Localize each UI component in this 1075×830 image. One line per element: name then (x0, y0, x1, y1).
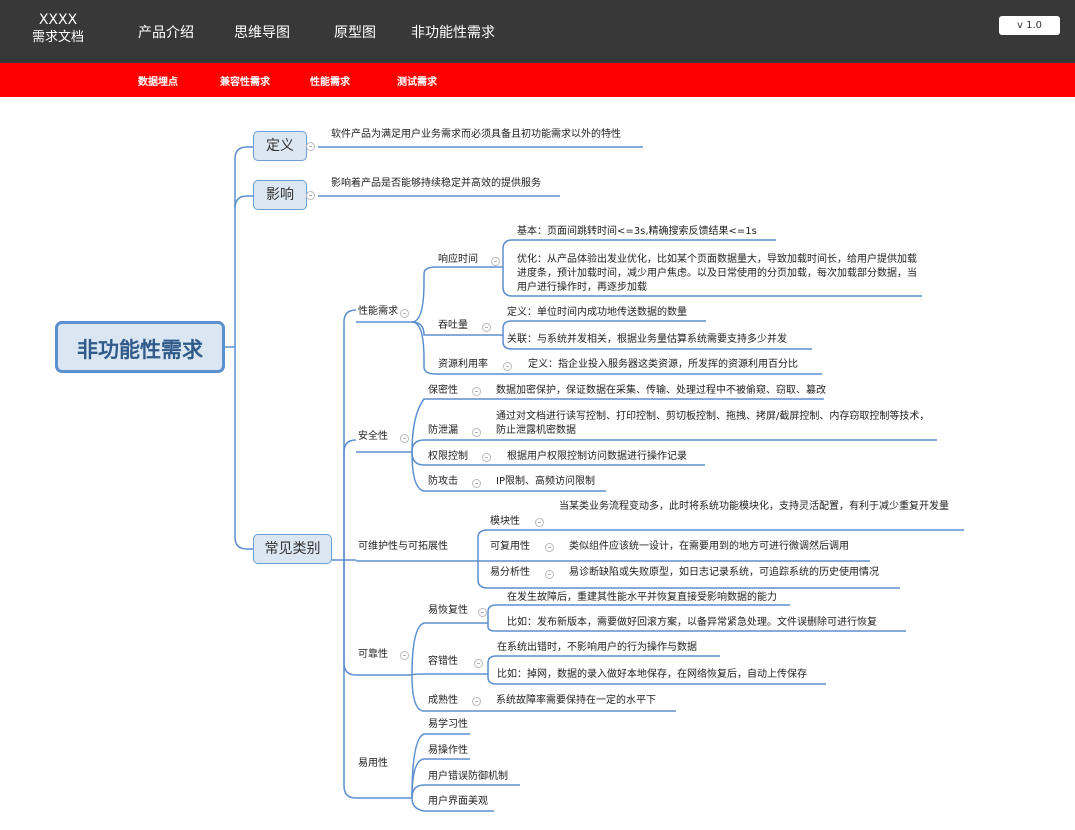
maturity-text: 系统故障率需要保持在一定的水平下 (496, 695, 656, 706)
confidentiality-text: 数据加密保护，保证数据在采集、传输、处理过程中不被偷窥、窃取、篡改 (496, 385, 826, 396)
collapse-icon[interactable] (478, 608, 487, 617)
attack-prevention-text: IP限制、高频访问限制 (496, 476, 595, 487)
response-basic-text: 基本：页面间跳转时间<=3s,精确搜索反馈结果<=1s (517, 226, 757, 237)
fault-tolerance-text-b: 比如：掉网，数据的录入做好本地保存，在网络恢复后，自动上传保存 (497, 669, 807, 680)
analyzability-text: 易诊断缺陷或失败原型，如日志记录系统，可追踪系统的历史使用情况 (569, 567, 879, 578)
collapse-icon[interactable] (482, 453, 491, 462)
subnav-testing[interactable]: 测试需求 (397, 73, 437, 88)
nav-product-intro[interactable]: 产品介绍 (138, 22, 194, 42)
node-operability[interactable]: 易操作性 (428, 744, 468, 758)
collapse-icon[interactable] (503, 362, 512, 371)
collapse-icon[interactable] (400, 434, 409, 443)
access-control-text: 根据用户权限控制访问数据进行操作记录 (507, 451, 687, 462)
node-maturity[interactable]: 成熟性 (428, 694, 458, 708)
collapse-icon[interactable] (472, 479, 481, 488)
collapse-icon[interactable] (482, 323, 491, 332)
collapse-icon[interactable] (545, 570, 554, 579)
leak-prevention-text: 通过对文档进行读写控制、打印控制、剪切板控制、拖拽、拷屏/截屏控制、内存窃取控制… (496, 411, 930, 436)
node-ui-aesthetics[interactable]: 用户界面美观 (428, 795, 488, 809)
modularity-text: 当某类业务流程变动多，此时将系统功能模块化，支持灵活配置，有利于减少重复开发量 (559, 501, 949, 512)
node-maintainability[interactable]: 可维护性与可拓展性 (358, 540, 448, 554)
node-definition[interactable]: 定义 (253, 131, 307, 161)
collapse-icon[interactable] (306, 142, 315, 151)
subnav-compatibility[interactable]: 兼容性需求 (220, 73, 270, 88)
collapse-icon[interactable] (545, 543, 554, 552)
subnav-performance[interactable]: 性能需求 (310, 73, 350, 88)
response-optimize-text: 优化：从产品体验出发业优化，比如某个页面数据量大，导致加载时间长，给用户提供加载… (517, 254, 917, 293)
collapse-icon[interactable] (306, 191, 315, 200)
node-resource-utilization[interactable]: 资源利用率 (438, 358, 488, 372)
logo-subtitle: 需求文档 (31, 30, 84, 45)
mindmap-canvas: 非功能性需求 定义 软件产品为满足用户业务需求而必须具备且初功能需求以外的特性 … (0, 97, 1075, 830)
node-security[interactable]: 安全性 (358, 430, 388, 444)
collapse-icon[interactable] (474, 659, 483, 668)
logo[interactable]: XXXX 需求文档 (24, 12, 92, 46)
throughput-definition-text: 定义：单位时间内成功地传送数据的数量 (507, 307, 687, 318)
node-usability[interactable]: 易用性 (358, 757, 388, 771)
node-recoverability[interactable]: 易恢复性 (428, 604, 468, 618)
impact-text: 影响着产品是否能够持续稳定并高效的提供服务 (331, 178, 541, 189)
collapse-icon[interactable] (472, 387, 481, 396)
nav-mindmap[interactable]: 思维导图 (234, 22, 290, 42)
collapse-icon[interactable] (491, 257, 500, 266)
subnav-bar: 数据埋点 兼容性需求 性能需求 测试需求 (0, 63, 1075, 97)
node-learnability[interactable]: 易学习性 (428, 718, 468, 732)
node-fault-tolerance[interactable]: 容错性 (428, 655, 458, 669)
node-performance[interactable]: 性能需求 (358, 305, 398, 319)
node-impact[interactable]: 影响 (253, 180, 307, 210)
node-response-time[interactable]: 响应时间 (438, 253, 478, 267)
collapse-icon[interactable] (400, 309, 409, 318)
node-throughput[interactable]: 吞吐量 (438, 319, 468, 333)
node-modularity[interactable]: 模块性 (490, 515, 520, 529)
fault-tolerance-text-a: 在系统出错时，不影响用户的行为操作与数据 (497, 642, 697, 653)
throughput-relation-text: 关联：与系统并发相关，根据业务量估算系统需要支持多少并发 (507, 334, 787, 345)
mindmap-root[interactable]: 非功能性需求 (55, 321, 225, 373)
subnav-tracking[interactable]: 数据埋点 (138, 73, 178, 88)
node-error-protection[interactable]: 用户错误防御机制 (428, 770, 508, 784)
node-leak-prevention[interactable]: 防泄漏 (428, 424, 458, 438)
node-categories[interactable]: 常见类别 (253, 534, 332, 564)
collapse-icon[interactable] (472, 428, 481, 437)
definition-text: 软件产品为满足用户业务需求而必须具备且初功能需求以外的特性 (331, 129, 621, 140)
collapse-icon[interactable] (400, 651, 409, 660)
nav-prototype[interactable]: 原型图 (334, 22, 376, 42)
node-attack-prevention[interactable]: 防攻击 (428, 475, 458, 489)
node-analyzability[interactable]: 易分析性 (490, 566, 530, 580)
node-access-control[interactable]: 权限控制 (428, 450, 468, 464)
reusability-text: 类似组件应该统一设计，在需要用到的地方可进行微调然后调用 (569, 541, 849, 552)
recoverability-text-a: 在发生故障后，重建其性能水平并恢复直接受影响数据的能力 (507, 592, 777, 603)
node-reliability[interactable]: 可靠性 (358, 648, 388, 662)
collapse-icon[interactable] (535, 518, 544, 527)
version-badge[interactable]: v 1.0 (999, 16, 1060, 35)
resource-definition-text: 定义：指企业投入服务器这类资源，所发挥的资源利用百分比 (528, 359, 798, 370)
node-reusability[interactable]: 可复用性 (490, 540, 530, 554)
logo-title: XXXX (38, 12, 78, 28)
node-confidentiality[interactable]: 保密性 (428, 384, 458, 398)
collapse-icon[interactable] (472, 697, 481, 706)
nav-nonfunctional[interactable]: 非功能性需求 (411, 22, 495, 42)
recoverability-text-b: 比如：发布新版本，需要做好回滚方案，以备异常紧急处理。文件误删除可进行恢复 (507, 617, 877, 628)
header-bar: XXXX 需求文档 产品介绍 思维导图 原型图 非功能性需求 v 1.0 (0, 0, 1075, 63)
